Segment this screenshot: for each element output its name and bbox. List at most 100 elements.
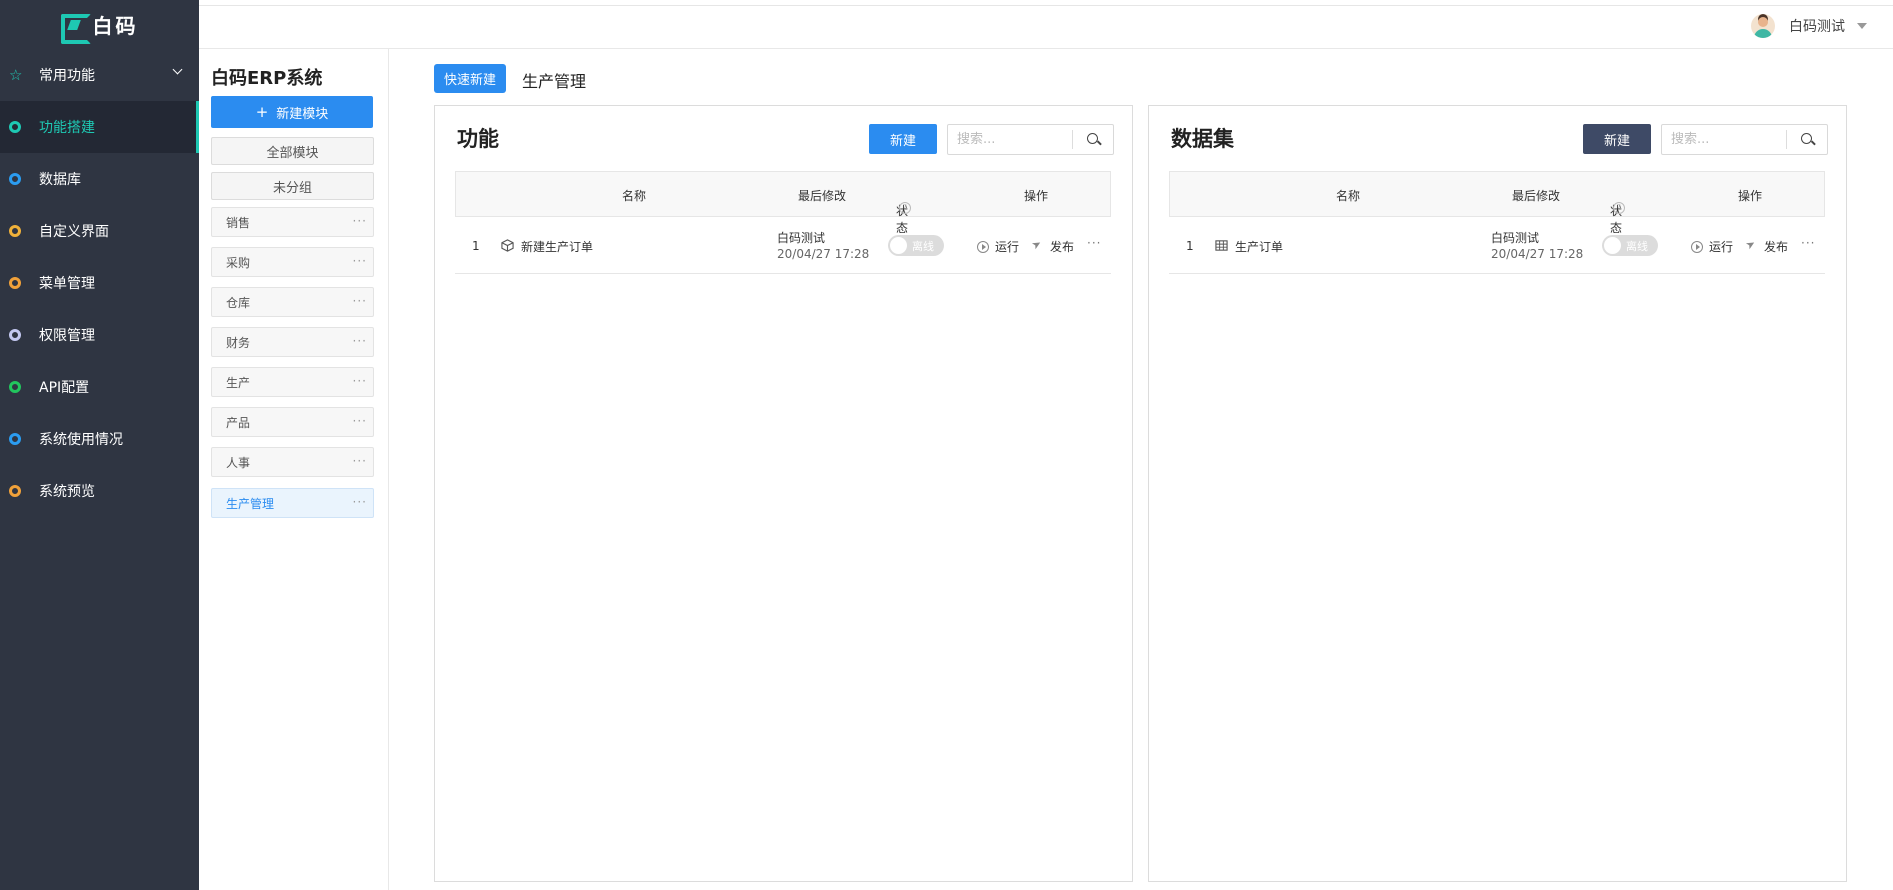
search-input[interactable] <box>1662 126 1786 153</box>
run-label: 运行 <box>995 240 1020 254</box>
column-header-name[interactable]: 名称 <box>1336 187 1360 204</box>
status-text: 离线 <box>912 240 934 253</box>
module-item-hr[interactable]: 人事 ··· <box>211 447 374 477</box>
new-dataset-button[interactable]: 新建 <box>1583 124 1651 154</box>
more-icon[interactable]: ··· <box>353 214 367 228</box>
more-icon[interactable]: ··· <box>353 374 367 388</box>
sidebar: 白码 ☆ 常用功能 功能搭建 数据库 自定义界面 菜单管理 权限管理 API配置… <box>0 0 199 890</box>
more-icon[interactable]: ··· <box>1087 236 1101 250</box>
toggle-knob <box>890 237 907 254</box>
sidebar-item-common[interactable]: ☆ 常用功能 <box>0 49 199 101</box>
more-icon[interactable]: ··· <box>353 334 367 348</box>
search-input[interactable] <box>948 126 1072 153</box>
more-icon[interactable]: ··· <box>353 454 367 468</box>
datasets-title: 数据集 <box>1171 127 1234 151</box>
functions-panel: 功能 新建 名称 最后修改 状态? 操作 1 新建生产订单 白码测试 20/04… <box>434 105 1133 882</box>
module-panel: 白码ERP系统 + 新建模块 全部模块 未分组 销售 ··· 采购 ··· 仓库… <box>199 49 389 890</box>
sidebar-item-label: 菜单管理 <box>39 276 95 292</box>
column-header-last-modified[interactable]: 最后修改 <box>1512 187 1560 204</box>
module-item-production[interactable]: 生产 ··· <box>211 367 374 397</box>
functions-search[interactable] <box>947 124 1114 155</box>
datasets-search[interactable] <box>1661 124 1828 155</box>
sidebar-item-label: 自定义界面 <box>39 224 109 240</box>
sidebar-item-custom-ui[interactable]: 自定义界面 <box>0 205 199 257</box>
publish-label: 发布 <box>1050 240 1075 254</box>
row-name[interactable]: 生产订单 <box>1235 238 1283 255</box>
new-module-button[interactable]: + 新建模块 <box>211 96 373 128</box>
row-modified-by: 白码测试 <box>1491 231 1540 245</box>
more-icon[interactable]: ··· <box>353 294 367 308</box>
help-icon[interactable]: ? <box>1613 202 1625 214</box>
table-row[interactable]: 1 生产订单 白码测试 20/04/27 17:28 离线 运行 发布 ··· <box>1169 217 1825 274</box>
column-header-actions: 操作 <box>1738 189 1763 203</box>
system-title: 白码ERP系统 <box>211 68 323 89</box>
sidebar-item-label: 常用功能 <box>39 68 95 84</box>
module-item-label: 生产 <box>226 375 251 390</box>
avatar[interactable] <box>1751 14 1775 38</box>
top-header: 白码测试 <box>0 0 1893 49</box>
search-icon[interactable] <box>1073 125 1112 154</box>
circle-icon <box>9 433 21 445</box>
run-button[interactable]: 运行 <box>1691 238 1733 255</box>
sidebar-item-preview[interactable]: 系统预览 <box>0 465 199 517</box>
user-name[interactable]: 白码测试 <box>1789 16 1845 36</box>
status-toggle[interactable]: 离线 <box>888 235 944 256</box>
all-modules-button[interactable]: 全部模块 <box>211 137 374 165</box>
publish-button[interactable]: 发布 <box>1032 238 1074 255</box>
play-icon <box>977 240 989 253</box>
circle-icon <box>9 173 21 185</box>
send-icon <box>1032 241 1044 253</box>
column-header-last-modified[interactable]: 最后修改 <box>798 187 846 204</box>
send-icon <box>1746 241 1758 253</box>
functions-title: 功能 <box>457 127 499 151</box>
sidebar-item-usage[interactable]: 系统使用情况 <box>0 413 199 465</box>
sidebar-item-menu-management[interactable]: 菜单管理 <box>0 257 199 309</box>
module-item-production-management[interactable]: 生产管理 ··· <box>211 488 374 518</box>
caret-down-icon[interactable] <box>1857 23 1867 29</box>
sidebar-item-label: 权限管理 <box>39 328 95 344</box>
row-name[interactable]: 新建生产订单 <box>521 238 593 255</box>
module-item-label: 仓库 <box>226 295 251 310</box>
circle-icon <box>9 121 21 133</box>
module-item-warehouse[interactable]: 仓库 ··· <box>211 287 374 317</box>
ungrouped-button[interactable]: 未分组 <box>211 172 374 200</box>
table-header: 名称 最后修改 状态? 操作 <box>1169 171 1825 235</box>
help-icon[interactable]: ? <box>899 202 911 214</box>
more-icon[interactable]: ··· <box>353 254 367 268</box>
sidebar-item-label: 系统使用情况 <box>39 432 123 448</box>
header-divider <box>199 5 1893 6</box>
column-header-name[interactable]: 名称 <box>622 187 646 204</box>
module-item-label: 采购 <box>226 255 251 270</box>
module-item-finance[interactable]: 财务 ··· <box>211 327 374 357</box>
table-row[interactable]: 1 新建生产订单 白码测试 20/04/27 17:28 离线 运行 发布 ··… <box>455 217 1111 274</box>
run-button[interactable]: 运行 <box>977 238 1019 255</box>
logo-text: 白码 <box>92 14 139 38</box>
chevron-down-icon <box>172 64 183 75</box>
more-icon[interactable]: ··· <box>353 414 367 428</box>
sidebar-item-function-build[interactable]: 功能搭建 <box>0 101 199 153</box>
module-item-label: 销售 <box>226 215 251 230</box>
sidebar-item-label: 功能搭建 <box>39 120 95 136</box>
sidebar-item-label: API配置 <box>39 380 90 396</box>
row-modified-at: 20/04/27 17:28 <box>777 247 870 261</box>
status-toggle[interactable]: 离线 <box>1602 235 1658 256</box>
module-item-sales[interactable]: 销售 ··· <box>211 207 374 237</box>
new-function-button[interactable]: 新建 <box>869 124 937 154</box>
sidebar-item-api-config[interactable]: API配置 <box>0 361 199 413</box>
module-item-product[interactable]: 产品 ··· <box>211 407 374 437</box>
module-item-purchase[interactable]: 采购 ··· <box>211 247 374 277</box>
app-logo[interactable]: 白码 <box>0 0 199 49</box>
sidebar-item-database[interactable]: 数据库 <box>0 153 199 205</box>
quick-new-button[interactable]: 快速新建 <box>434 64 507 93</box>
sidebar-item-permissions[interactable]: 权限管理 <box>0 309 199 361</box>
row-index: 1 <box>472 239 480 253</box>
user-menu[interactable]: 白码测试 <box>1751 13 1867 39</box>
publish-label: 发布 <box>1764 240 1789 254</box>
more-icon[interactable]: ··· <box>353 495 367 509</box>
more-icon[interactable]: ··· <box>1801 236 1815 250</box>
module-item-label: 人事 <box>226 455 251 470</box>
circle-icon <box>9 277 21 289</box>
sidebar-item-label: 系统预览 <box>39 484 95 500</box>
search-icon[interactable] <box>1787 125 1826 154</box>
publish-button[interactable]: 发布 <box>1746 238 1788 255</box>
